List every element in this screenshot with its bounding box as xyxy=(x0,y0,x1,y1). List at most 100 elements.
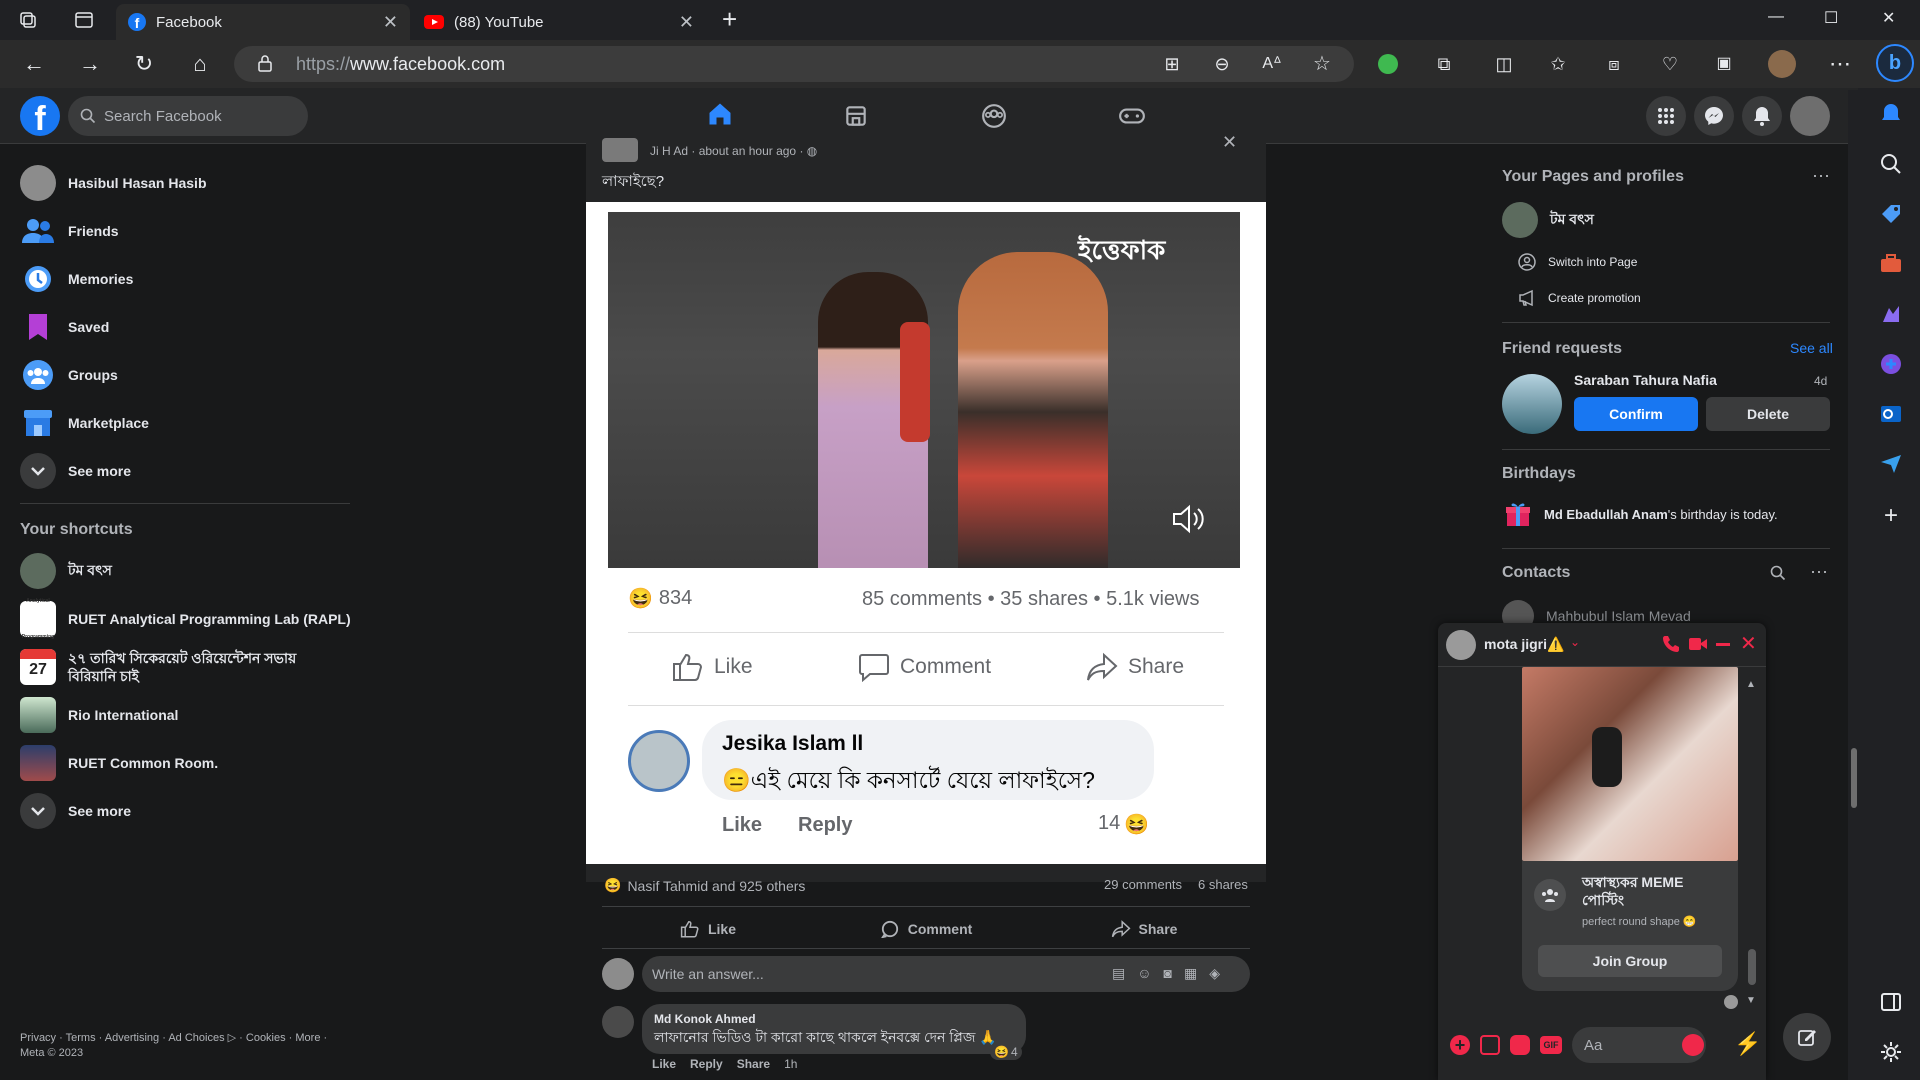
chat-avatar[interactable] xyxy=(1446,630,1476,660)
edge-notification-icon[interactable] xyxy=(1879,102,1903,126)
sidebar-see-more[interactable]: See more xyxy=(20,453,131,489)
sidebar-item-memories[interactable]: Memories xyxy=(20,261,133,297)
more-options-icon[interactable]: ⋯ xyxy=(1812,166,1830,187)
scroll-up-icon[interactable]: ▲ xyxy=(1746,679,1756,690)
sticker-icon[interactable] xyxy=(1510,1035,1530,1055)
back-icon[interactable]: ← xyxy=(22,52,46,76)
collections-icon[interactable]: ⧈ xyxy=(1602,52,1626,76)
switch-page-link[interactable]: Switch into Page xyxy=(1518,253,1637,271)
notifications-button[interactable] xyxy=(1742,96,1782,136)
scroll-down-icon[interactable]: ▼ xyxy=(1746,995,1756,1006)
favorite-star-icon[interactable]: ☆ xyxy=(1310,52,1334,76)
shortcut-item[interactable]: Analytical Programming RUET Analytical P… xyxy=(20,598,351,640)
page-scroll-thumb[interactable] xyxy=(1851,748,1857,808)
browser-profile-avatar[interactable] xyxy=(1768,50,1796,78)
reply-time[interactable]: 1h xyxy=(784,1057,797,1071)
footer-links[interactable]: Privacy · Terms · Advertising · Ad Choic… xyxy=(20,1031,327,1061)
avatar-sticker-icon[interactable]: ▤ xyxy=(1112,965,1137,981)
reply-reactions[interactable]: 😆 4 xyxy=(990,1044,1022,1060)
edge-search-icon[interactable] xyxy=(1879,152,1903,176)
gif-icon[interactable]: GIF xyxy=(1540,1036,1562,1054)
edge-shopping-icon[interactable] xyxy=(1879,202,1903,226)
sidebar-item-groups[interactable]: Groups xyxy=(20,357,118,393)
reply-author[interactable]: Md Konok Ahmed xyxy=(654,1012,1014,1026)
split-screen-icon[interactable]: ◫ xyxy=(1492,52,1516,76)
home-browser-icon[interactable]: ⌂ xyxy=(188,52,212,76)
post-image-screenshot[interactable]: ইত্তেফাক 😆 834 85 comments • 35 shares • … xyxy=(586,202,1266,864)
hide-sidebar-icon[interactable] xyxy=(1879,990,1903,1014)
sidebar-settings-icon[interactable] xyxy=(1879,1040,1903,1064)
emoji-icon[interactable] xyxy=(1682,1034,1704,1056)
page-scrollbar[interactable] xyxy=(1848,90,1858,1080)
nav-tab-marketplace[interactable] xyxy=(840,100,872,132)
comments-count[interactable]: 29 comments xyxy=(1104,877,1182,892)
zoom-icon[interactable]: ⊖ xyxy=(1210,52,1234,76)
reaction-summary[interactable]: 😆 Nasif Tahmid and 925 others xyxy=(604,877,805,894)
write-answer-input[interactable]: Write an answer... ▤☺◙▦◈ xyxy=(642,956,1250,992)
address-bar[interactable]: https://www.facebook.com xyxy=(234,46,1354,82)
add-sidebar-app-icon[interactable]: + xyxy=(1879,504,1903,528)
minimize-button[interactable]: — xyxy=(1768,8,1784,26)
read-aloud-icon[interactable]: Aᐞ xyxy=(1260,52,1284,76)
gif-icon[interactable]: ▦ xyxy=(1184,965,1209,981)
image-attach-icon[interactable] xyxy=(1480,1035,1500,1055)
tab-close-icon[interactable]: ✕ xyxy=(679,12,694,33)
shortcut-item[interactable]: Rio International xyxy=(20,697,178,733)
math-solver-icon[interactable]: ▣ xyxy=(1712,52,1736,76)
post-author-avatar[interactable] xyxy=(602,138,638,162)
shortcut-item[interactable]: RUET Common Room. xyxy=(20,745,218,781)
delete-button[interactable]: Delete xyxy=(1706,397,1830,431)
messenger-button[interactable] xyxy=(1694,96,1734,136)
sidebar-item-saved[interactable]: Saved xyxy=(20,309,109,345)
birthday-row[interactable]: Md Ebadullah Anam's birthday is today. xyxy=(1504,500,1778,528)
refresh-icon[interactable]: ↻ xyxy=(132,52,156,76)
forward-icon[interactable]: → xyxy=(78,52,102,76)
see-all-link[interactable]: See all xyxy=(1790,340,1833,356)
request-avatar[interactable] xyxy=(1502,374,1562,434)
tab-close-icon[interactable]: ✕ xyxy=(383,12,398,33)
shortcuts-see-more[interactable]: See more xyxy=(20,793,131,829)
camera-icon[interactable]: ◙ xyxy=(1164,965,1184,981)
reply-reply-link[interactable]: Reply xyxy=(690,1057,723,1071)
sidebar-item-marketplace[interactable]: Marketplace xyxy=(20,405,149,441)
maximize-button[interactable]: ☐ xyxy=(1824,8,1838,28)
share-button[interactable]: Share xyxy=(1038,912,1250,946)
chevron-down-icon[interactable]: ⌄ xyxy=(1570,635,1580,649)
create-promotion-link[interactable]: Create promotion xyxy=(1518,289,1641,307)
chat-name[interactable]: mota jigri⚠️ xyxy=(1484,636,1564,653)
shortcut-item[interactable]: 27 ২৭ তারিখ সিকেরয়েট ওরিয়েন্টেশন সভায়… xyxy=(20,649,340,685)
reply-share-link[interactable]: Share xyxy=(737,1057,770,1071)
video-frame[interactable]: ইত্তেফাক xyxy=(608,212,1240,568)
lock-icon[interactable] xyxy=(256,53,274,73)
new-message-button[interactable] xyxy=(1783,1013,1831,1061)
workspaces-icon[interactable] xyxy=(18,10,38,30)
close-chat-icon[interactable]: ✕ xyxy=(1740,631,1757,656)
tab-youtube[interactable]: (88) YouTube ✕ xyxy=(412,4,706,40)
extensions-icon[interactable]: ⧉ xyxy=(1432,52,1456,76)
reply-like-link[interactable]: Like xyxy=(652,1057,676,1071)
search-input[interactable]: Search Facebook xyxy=(68,96,308,136)
browser-menu-icon[interactable]: ⋯ xyxy=(1828,52,1852,76)
app-available-icon[interactable]: ⊞ xyxy=(1160,52,1184,76)
sidebar-item-friends[interactable]: Friends xyxy=(20,213,119,249)
sticker-icon[interactable]: ◈ xyxy=(1209,965,1232,981)
plus-icon[interactable]: + xyxy=(1450,1035,1470,1055)
contacts-search-icon[interactable] xyxy=(1770,565,1786,581)
post-author[interactable]: Ji H Ad xyxy=(650,144,688,158)
scroll-thumb[interactable] xyxy=(1748,949,1756,985)
bing-copilot-icon[interactable]: b xyxy=(1876,44,1914,82)
shared-image[interactable] xyxy=(1522,667,1738,861)
new-tab-button[interactable]: + xyxy=(722,4,737,35)
post-time[interactable]: · about an hour ago · xyxy=(691,144,803,158)
nav-tab-gaming[interactable] xyxy=(1116,100,1148,132)
post-close-icon[interactable]: ✕ xyxy=(1222,132,1237,153)
minimize-chat-icon[interactable] xyxy=(1716,643,1730,646)
edge-copilot-icon[interactable] xyxy=(1879,352,1903,376)
profile-avatar[interactable] xyxy=(1790,96,1830,136)
quick-reaction-icon[interactable]: ⚡ xyxy=(1734,1031,1761,1057)
send-drop-icon[interactable] xyxy=(1879,452,1903,476)
phone-icon[interactable] xyxy=(1662,635,1680,653)
comment-button[interactable]: Comment xyxy=(820,912,1032,946)
join-group-button[interactable]: Join Group xyxy=(1538,945,1722,977)
menu-grid-button[interactable] xyxy=(1646,96,1686,136)
